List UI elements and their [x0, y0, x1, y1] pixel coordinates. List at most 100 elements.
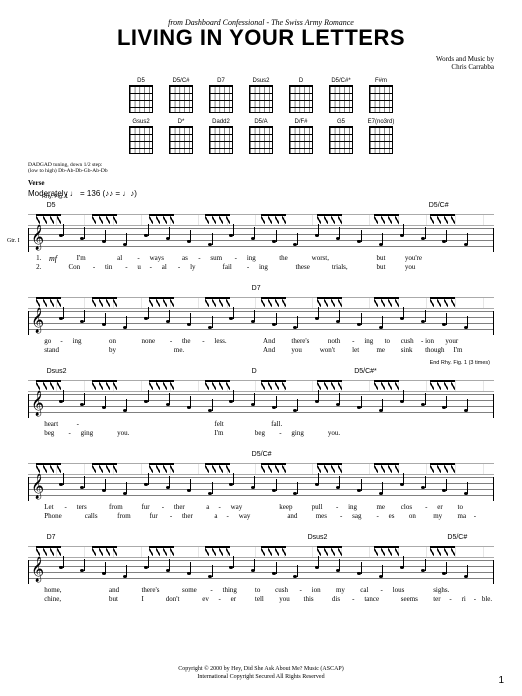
chord-box: D5/A [246, 119, 276, 154]
lyric-syllable: - [60, 338, 62, 346]
lyric-syllable: and [287, 513, 297, 521]
lyric-syllable: - [336, 504, 338, 512]
lyric-syllable: ways [150, 255, 164, 263]
chord-diagram [169, 126, 193, 154]
chord-row: D7 [28, 285, 494, 295]
rhythm-slash-staff [28, 297, 494, 309]
tuning-note: DADGAD tuning, down 1/2 step: (low to hi… [28, 162, 494, 175]
lyric-syllable: me. [174, 347, 184, 355]
lyric-syllable: - [381, 587, 383, 595]
lyric-syllable: noth [328, 338, 340, 346]
lyric-row: Let-tersfromfur-thera-waykeeppull-ingmec… [28, 504, 494, 522]
lyric-syllable: beg [255, 430, 265, 438]
lyric-syllable: - [64, 504, 66, 512]
chord-symbol: D [252, 368, 257, 375]
lyric-syllable: - [150, 264, 152, 272]
chord-box: D5/C#* [326, 78, 356, 113]
lyric-syllable: and [109, 587, 119, 595]
music-system: D7Dsus2D5/C#𝄞home,andthere'ssome-thingto… [28, 534, 494, 605]
lyric-syllable: but [109, 596, 118, 604]
chord-box: D7 [206, 78, 236, 113]
lyric-syllable: es [389, 513, 395, 521]
verse-number: 1. [36, 255, 41, 263]
music-staff: 𝄞 [28, 311, 494, 335]
lyric-syllable: some [182, 587, 197, 595]
lyric-syllable: - [198, 255, 200, 263]
chord-box: Dsus2 [246, 78, 276, 113]
lyric-syllable: fur [150, 513, 158, 521]
music-staff: 𝄞 [28, 560, 494, 584]
lyric-syllable: keep [279, 504, 292, 512]
lyric-syllable: - [170, 513, 172, 521]
chord-box: D [286, 78, 316, 113]
lyric-syllable: ter [433, 596, 440, 604]
lyric-syllable: - [210, 587, 212, 595]
lyric-syllable: a [214, 513, 217, 521]
lyric-syllable: way [231, 504, 243, 512]
lyric-syllable: - [218, 596, 220, 604]
lyric-syllable: worst, [312, 255, 329, 263]
lyric-syllable: lous [393, 587, 405, 595]
chord-diagram-grid: D5D5/C#D7Dsus2DD5/C#*F#mGsus2D*Dadd2D5/A… [111, 78, 411, 154]
lyric-syllable: - [421, 338, 423, 346]
lyric-syllable: - [162, 504, 164, 512]
lyric-syllable: - [474, 596, 476, 604]
lyric-syllable: beg [44, 430, 54, 438]
chord-box: D5 [126, 78, 156, 113]
treble-clef-icon: 𝄞 [31, 309, 44, 331]
lyric-syllable: home, [44, 587, 61, 595]
lyric-syllable: - [376, 513, 378, 521]
verse-number: 2. [36, 264, 41, 272]
chord-name: D7 [206, 78, 236, 84]
lyric-syllable: my [433, 513, 442, 521]
lyric-syllable: u [137, 264, 141, 272]
treble-clef-icon: 𝄞 [31, 558, 44, 580]
chord-diagram [249, 85, 273, 113]
lyric-syllable: on [109, 338, 116, 346]
lyric-syllable: - [137, 255, 139, 263]
credits-line1: Words and Music by [28, 55, 494, 63]
lyric-syllable: - [352, 596, 354, 604]
lyric-syllable: Let [44, 504, 53, 512]
lyric-row: home,andthere'ssome-thingtocush-ionmycal… [28, 587, 494, 605]
chord-diagram [329, 85, 353, 113]
lyric-syllable: dis [332, 596, 340, 604]
lyric-syllable: you [405, 264, 416, 272]
lyric-syllable: Con [69, 264, 81, 272]
chord-symbol: D5/C# [447, 534, 467, 541]
rhythm-slash-staff [28, 380, 494, 392]
chord-box: D* [166, 119, 196, 154]
chord-name: D5/A [246, 119, 276, 125]
lyric-syllable: these [295, 264, 309, 272]
lyric-syllable: I'm [214, 430, 223, 438]
lyric-syllable: al [162, 264, 167, 272]
lyric-syllable: none [141, 338, 155, 346]
chord-diagram [169, 85, 193, 113]
music-system: D5D5/C#Rhy. Fig. 1𝄞mfGtr. I1.I'mal-waysa… [28, 202, 494, 273]
lyric-syllable: cal [360, 587, 368, 595]
song-title: LIVING IN YOUR LETTERS [28, 25, 494, 51]
lyric-syllable: but [376, 255, 385, 263]
chord-diagram [249, 126, 273, 154]
lyric-syllable: er [231, 596, 236, 604]
chord-name: D [286, 78, 316, 84]
lyric-syllable: - [279, 430, 281, 438]
lyric-syllable: stand [44, 347, 59, 355]
lyric-syllable: but [376, 264, 385, 272]
lyric-syllable: - [218, 504, 220, 512]
chord-box: Dadd2 [206, 119, 236, 154]
chord-diagram [329, 126, 353, 154]
lyric-syllable: the [279, 255, 288, 263]
chord-name: D5/C#* [326, 78, 356, 84]
lyric-syllable: let [352, 347, 359, 355]
lyric-syllable: cush [401, 338, 414, 346]
lyric-syllable: - [125, 264, 127, 272]
lyric-syllable: ing [348, 504, 357, 512]
chord-row: D7Dsus2D5/C# [28, 534, 494, 544]
lyric-syllable: you [279, 596, 290, 604]
lyric-syllable: - [247, 264, 249, 272]
lyric-syllable: - [170, 338, 172, 346]
lyric-syllable: ion [425, 338, 434, 346]
lyric-syllable: you're [405, 255, 422, 263]
lyric-syllable: ev [202, 596, 209, 604]
